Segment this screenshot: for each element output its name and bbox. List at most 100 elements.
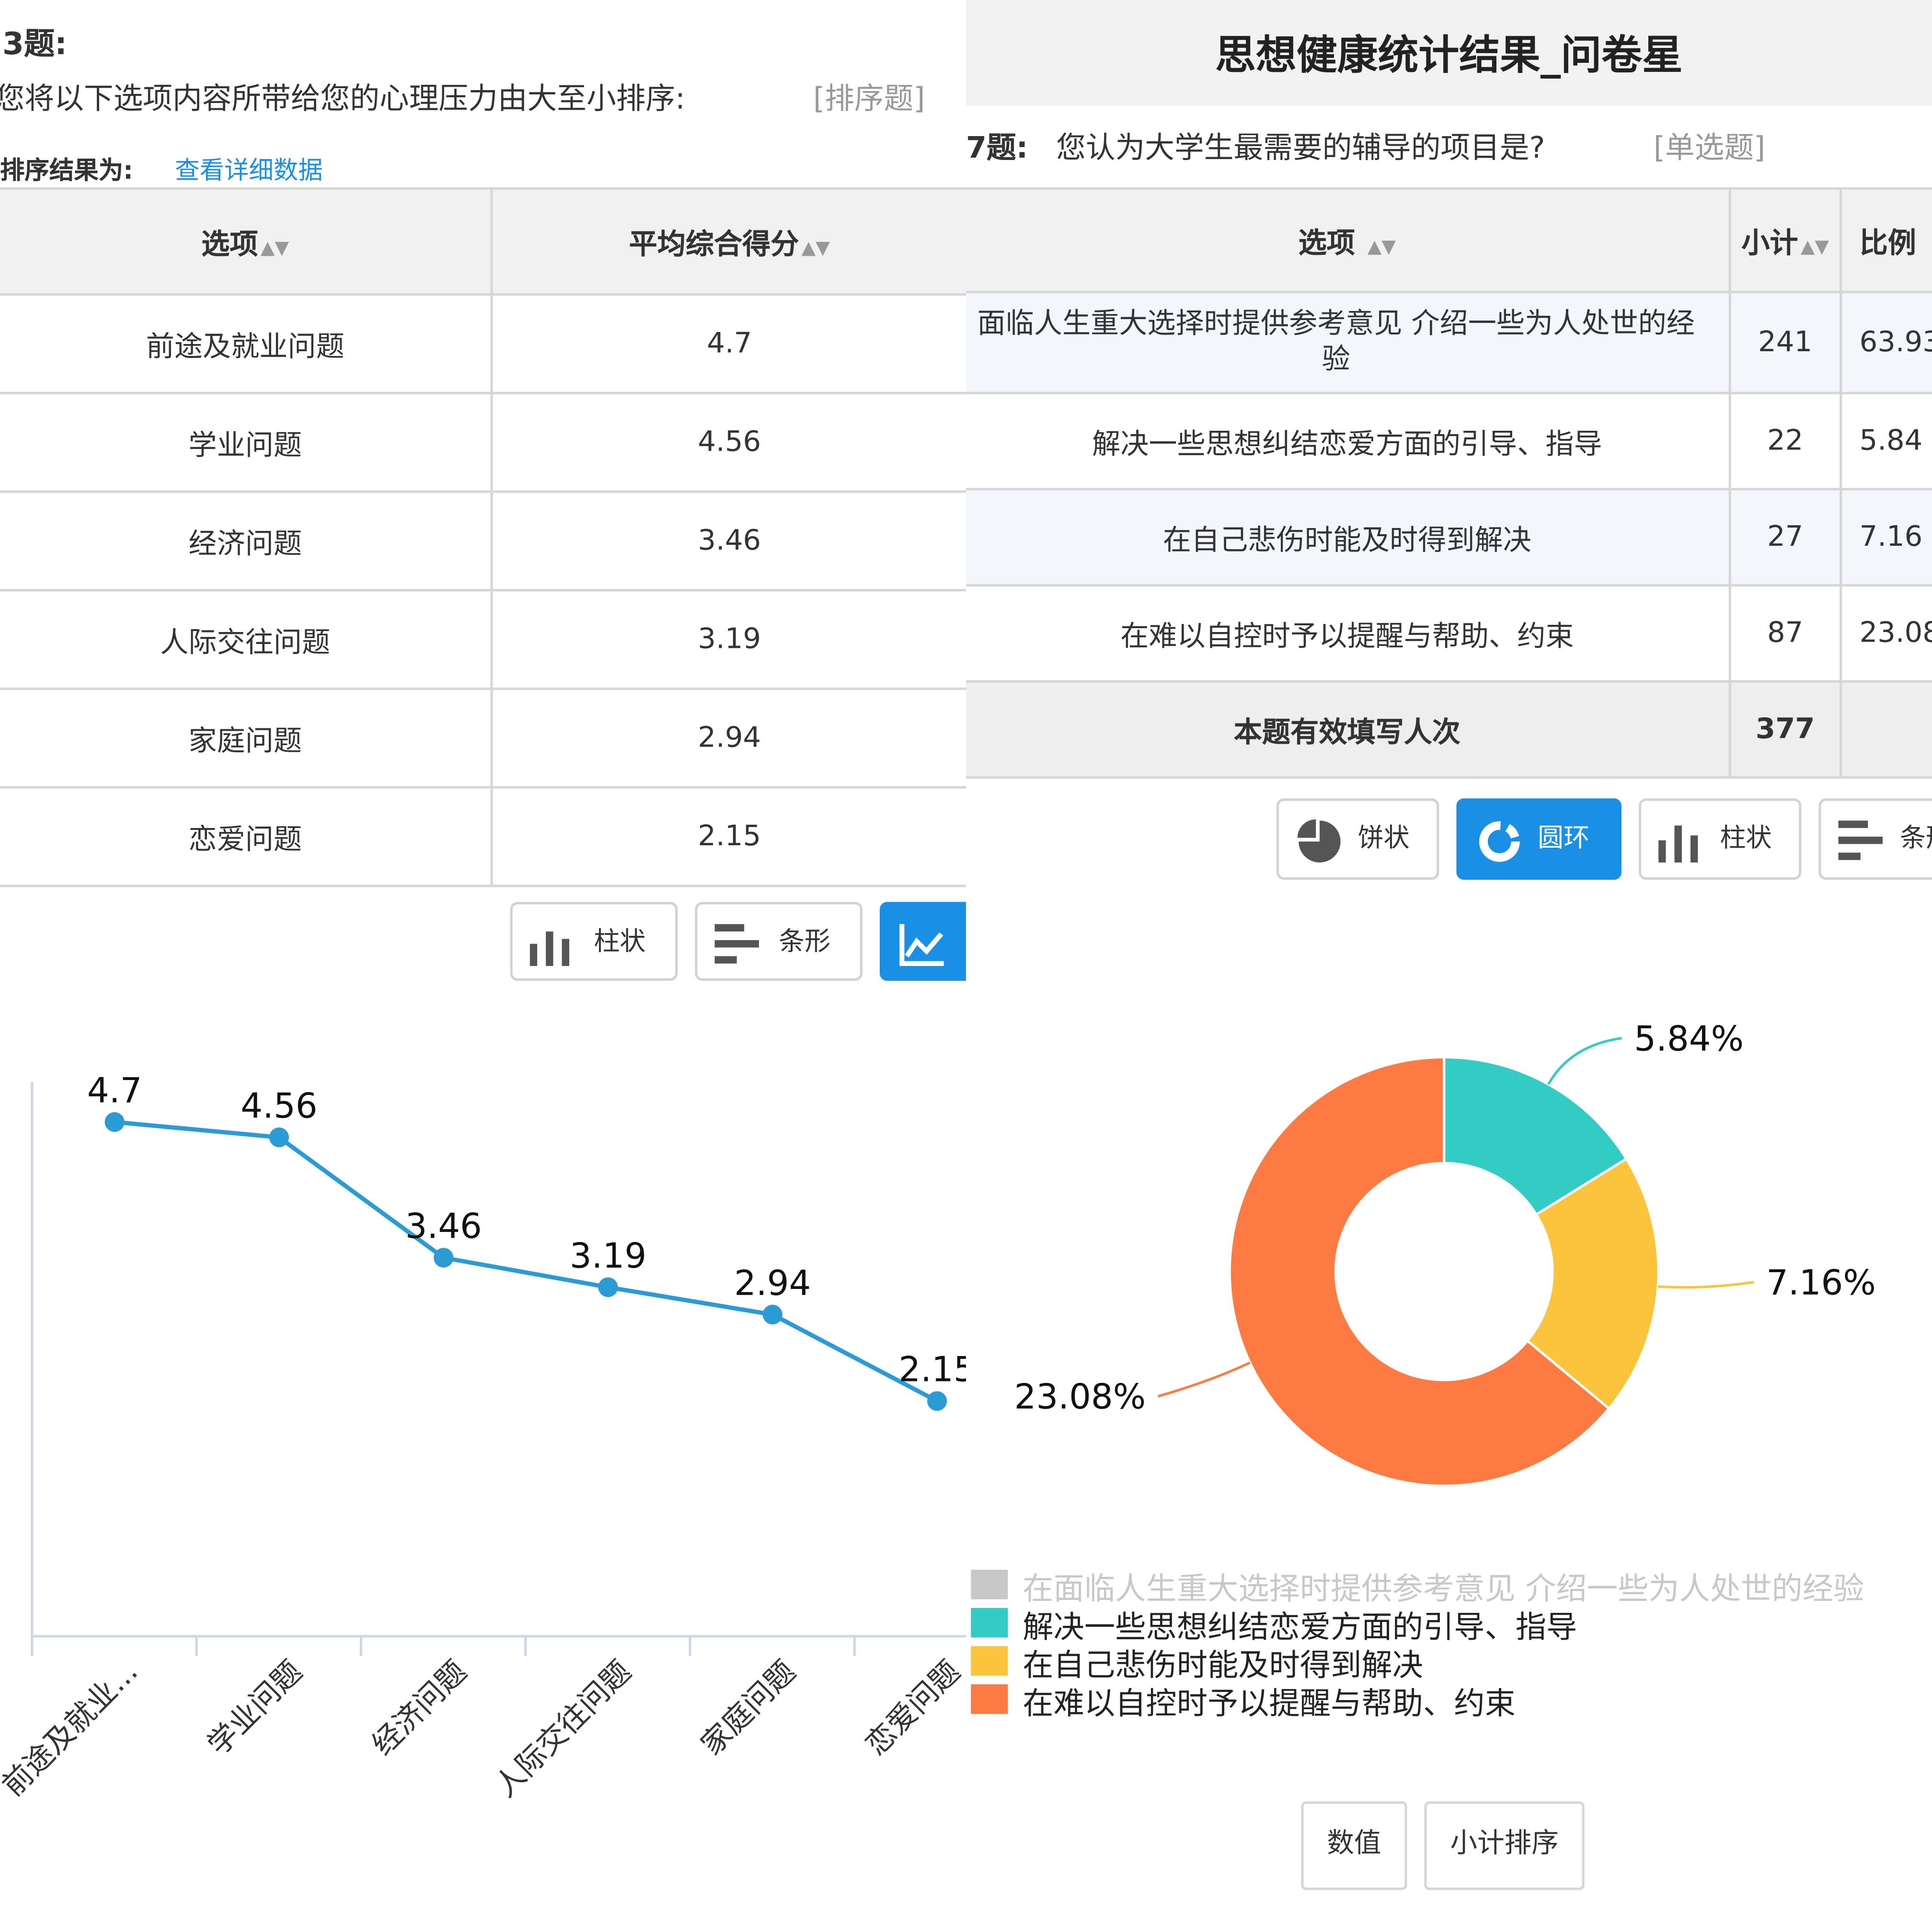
- option-cell: 经济问题: [0, 491, 493, 592]
- table-row: 在难以自控时予以提醒与帮助、约束 87 23.08: [966, 585, 1932, 683]
- ratio-cell: 5.84: [1841, 393, 1932, 491]
- sort-icon[interactable]: ▲▼: [261, 237, 289, 259]
- horizontal-bar-icon: [714, 924, 759, 964]
- question-text: 您将以下选项内容所带给您的心理压力由大至小排序:: [0, 81, 685, 116]
- option-cell: 人际交往问题: [0, 590, 493, 690]
- data-label: 4.56: [241, 1085, 317, 1126]
- single-choice-panel: 思想健康统计结果_问卷星 7题: 您认为大学生最需要的辅导的项目是? [单选题]…: [966, 0, 1932, 1932]
- question-type: [单选题]: [1653, 130, 1766, 165]
- data-label: 3.46: [405, 1206, 482, 1246]
- data-label: 2.15: [898, 1349, 966, 1390]
- question-text: 您认为大学生最需要的辅导的项目是?: [1056, 130, 1545, 165]
- option-cell: 解决一些思想纠结恋爱方面的引导、指导: [966, 393, 1731, 491]
- data-point[interactable]: [762, 1304, 782, 1325]
- bar-chart-icon: [1658, 825, 1698, 862]
- data-label: 3.19: [570, 1235, 646, 1276]
- view-detail-link[interactable]: 查看详细数据: [175, 150, 323, 186]
- score-cell: 4.7: [491, 294, 966, 394]
- score-cell: 2.15: [491, 787, 966, 887]
- ranking-question-panel: 3题: 您将以下选项内容所带给您的心理压力由大至小排序: [排序题] 排序结果为…: [0, 0, 966, 1932]
- sort-icon[interactable]: ▲▼: [802, 237, 830, 259]
- question-type: [排序题]: [813, 81, 925, 116]
- count-cell: 27: [1729, 489, 1842, 586]
- horizontal-bar-button[interactable]: 条形: [1818, 798, 1932, 880]
- bar-chart-button[interactable]: 柱状: [510, 902, 678, 981]
- legend-swatch: [971, 1646, 1008, 1676]
- table-row: 学业问题 4.56: [0, 393, 966, 493]
- table-row: 面临人生重大选择时提供参考意见 介绍一些为人处世的经验 241 63.93: [966, 292, 1932, 394]
- count-cell: 241: [1729, 292, 1842, 394]
- value-button[interactable]: 数值: [1301, 1801, 1407, 1890]
- data-point[interactable]: [434, 1248, 454, 1268]
- rank-result-label: 排序结果为:: [0, 155, 133, 185]
- bar-chart-icon: [529, 931, 569, 966]
- data-label: 4.7: [87, 1070, 142, 1110]
- data-point[interactable]: [927, 1391, 947, 1411]
- total-ratio: [1841, 681, 1932, 779]
- column-header-option[interactable]: 选项 ▲▼: [966, 187, 1731, 293]
- column-header-count[interactable]: 小计 ▲▼: [1729, 187, 1842, 293]
- score-cell: 3.19: [491, 590, 966, 690]
- legend-swatch: [971, 1569, 1008, 1599]
- table-row: 家庭问题 2.94: [0, 689, 966, 789]
- line-chart: 4.7 4.56 3.46 3.19 2.94 2.15 前途及就业... 学业问题经济问题人…: [0, 1070, 966, 1804]
- ratio-cell: 63.93: [1841, 292, 1932, 394]
- x-tick-label: 恋爱问题: [859, 1654, 966, 1762]
- option-cell: 家庭问题: [0, 689, 493, 789]
- x-tick-label: 前途及就业...: [0, 1654, 144, 1803]
- table-row: 经济问题 3.46: [0, 491, 966, 592]
- sort-icon[interactable]: ▲▼: [1368, 235, 1396, 257]
- results-table: 选项 ▲▼ 小计 ▲▼ 比例 面临人生重大选择时提供参考意见 介绍一些为人处世的经…: [966, 187, 1932, 779]
- data-point[interactable]: [269, 1127, 289, 1148]
- slice-label: 23.08%: [1014, 1377, 1146, 1417]
- label-connector: [1657, 1281, 1754, 1289]
- donut-chart: 5.84% 7.16% 23.08%: [1014, 1018, 1876, 1487]
- count-cell: 22: [1729, 393, 1842, 491]
- page-title: 思想健康统计结果_问卷星: [1215, 31, 1683, 79]
- score-cell: 3.46: [491, 491, 966, 592]
- horizontal-bar-button[interactable]: 条形: [695, 902, 862, 981]
- label-connector: [1547, 1037, 1622, 1085]
- x-tick-label: 家庭问题: [694, 1654, 802, 1762]
- ranking-table: 选项 ▲▼ 平均综合得分 ▲▼ 前途及就业问题 4.7 学业问题 4.56 经济问题 3.…: [0, 187, 966, 887]
- line-chart-button[interactable]: [879, 902, 966, 981]
- ratio-cell: 23.08: [1841, 585, 1932, 683]
- column-header-score[interactable]: 平均综合得分 ▲▼: [491, 187, 966, 296]
- total-row: 本题有效填写人次 377: [966, 681, 1932, 779]
- score-cell: 4.56: [491, 393, 966, 493]
- data-point[interactable]: [598, 1277, 618, 1297]
- table-row: 解决一些思想纠结恋爱方面的引导、指导 22 5.84: [966, 393, 1932, 491]
- option-cell: 学业问题: [0, 393, 493, 493]
- ratio-cell: 7.16: [1841, 489, 1932, 586]
- pie-chart-icon: [1297, 819, 1341, 862]
- data-point[interactable]: [104, 1112, 125, 1132]
- pie-chart-button[interactable]: 饼状: [1276, 798, 1439, 880]
- bar-chart-button[interactable]: 柱状: [1638, 798, 1802, 880]
- x-tick-label: 人际交往问题: [488, 1654, 638, 1804]
- legend-swatch: [971, 1684, 1008, 1714]
- question-number: 7题:: [966, 130, 1028, 165]
- question-number: 3题:: [2, 25, 67, 62]
- option-cell: 面临人生重大选择时提供参考意见 介绍一些为人处世的经验: [966, 292, 1731, 394]
- subtotal-sort-button[interactable]: 小计排序: [1424, 1801, 1585, 1890]
- count-cell: 87: [1729, 585, 1842, 683]
- question-line: 7题: 您认为大学生最需要的辅导的项目是?: [966, 123, 1545, 166]
- x-tick-label: 经济问题: [365, 1654, 473, 1762]
- donut-chart-button[interactable]: 圆环: [1456, 798, 1622, 880]
- table-row: 前途及就业问题 4.7: [0, 294, 966, 394]
- option-cell: 在难以自控时予以提醒与帮助、约束: [966, 585, 1731, 683]
- series-line: [114, 1120, 938, 1403]
- column-header-option[interactable]: 选项 ▲▼: [0, 187, 493, 296]
- table-row: 在自己悲伤时能及时得到解决 27 7.16: [966, 489, 1932, 586]
- label-connector: [1158, 1361, 1251, 1398]
- option-cell: 前途及就业问题: [0, 294, 493, 394]
- line-chart-icon: [899, 924, 944, 966]
- sort-icon[interactable]: ▲▼: [1801, 235, 1829, 257]
- option-cell: 恋爱问题: [0, 787, 493, 887]
- horizontal-bar-icon: [1838, 820, 1883, 860]
- column-header-ratio[interactable]: 比例: [1841, 187, 1932, 293]
- slice-label: 5.84%: [1634, 1018, 1744, 1058]
- table-row: 恋爱问题 2.15: [0, 787, 966, 887]
- table-row: 人际交往问题 3.19: [0, 590, 966, 690]
- score-cell: 2.94: [491, 689, 966, 789]
